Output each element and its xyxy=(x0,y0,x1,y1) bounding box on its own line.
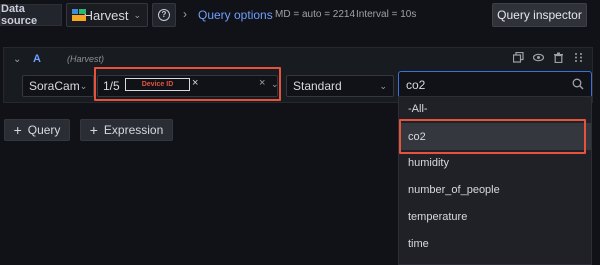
collapse-chevron-icon[interactable]: ⌄ xyxy=(13,54,21,65)
row-actions xyxy=(512,51,584,64)
eye-icon[interactable] xyxy=(532,52,545,63)
query-inspector-button[interactable]: Query inspector xyxy=(492,3,587,27)
add-query-button[interactable]: + Query xyxy=(4,119,70,141)
drag-handle-icon[interactable] xyxy=(573,52,584,63)
chevron-down-icon: ⌄ xyxy=(79,80,88,91)
aggregation-value: Standard xyxy=(293,79,342,93)
data-source-select[interactable]: Harvest ⌄ xyxy=(66,3,148,27)
harvest-logo-icon xyxy=(72,9,86,21)
trash-icon[interactable] xyxy=(553,52,564,64)
help-button[interactable]: ? xyxy=(152,3,176,27)
device-select-value: SoraCam xyxy=(29,79,80,93)
dropdown-option[interactable]: time xyxy=(399,231,591,257)
query-datasource: (Harvest) xyxy=(67,54,105,64)
add-expression-button[interactable]: + Expression xyxy=(80,119,173,141)
add-expression-label: Expression xyxy=(103,123,164,137)
chevron-down-icon: ⌄ xyxy=(379,80,387,91)
interval-text: Interval = 10s xyxy=(356,9,417,20)
chevron-right-icon[interactable]: › xyxy=(183,7,187,21)
chevron-down-icon: ⌄ xyxy=(133,9,141,20)
copy-icon[interactable] xyxy=(512,51,524,63)
highlight-box-option xyxy=(399,119,586,154)
query-options-toggle[interactable]: Query options xyxy=(198,8,273,22)
data-source-label: Data source xyxy=(0,3,62,27)
data-source-name: Harvest xyxy=(83,7,129,23)
field-search-input[interactable] xyxy=(401,74,589,96)
highlight-box-device xyxy=(94,67,281,101)
plus-icon: + xyxy=(13,122,22,138)
question-icon: ? xyxy=(158,9,170,21)
dropdown-option[interactable]: temperature xyxy=(399,204,591,230)
aggregation-select[interactable]: Standard ⌄ xyxy=(286,75,394,97)
max-data-points: MD = auto = 2214 xyxy=(275,9,356,20)
dropdown-option[interactable]: number_of_people xyxy=(399,177,591,203)
device-select[interactable]: SoraCam ⌄ xyxy=(22,75,94,97)
plus-icon: + xyxy=(89,122,98,138)
add-query-label: Query xyxy=(27,123,61,137)
query-letter[interactable]: A xyxy=(33,53,41,65)
search-icon xyxy=(572,78,584,90)
